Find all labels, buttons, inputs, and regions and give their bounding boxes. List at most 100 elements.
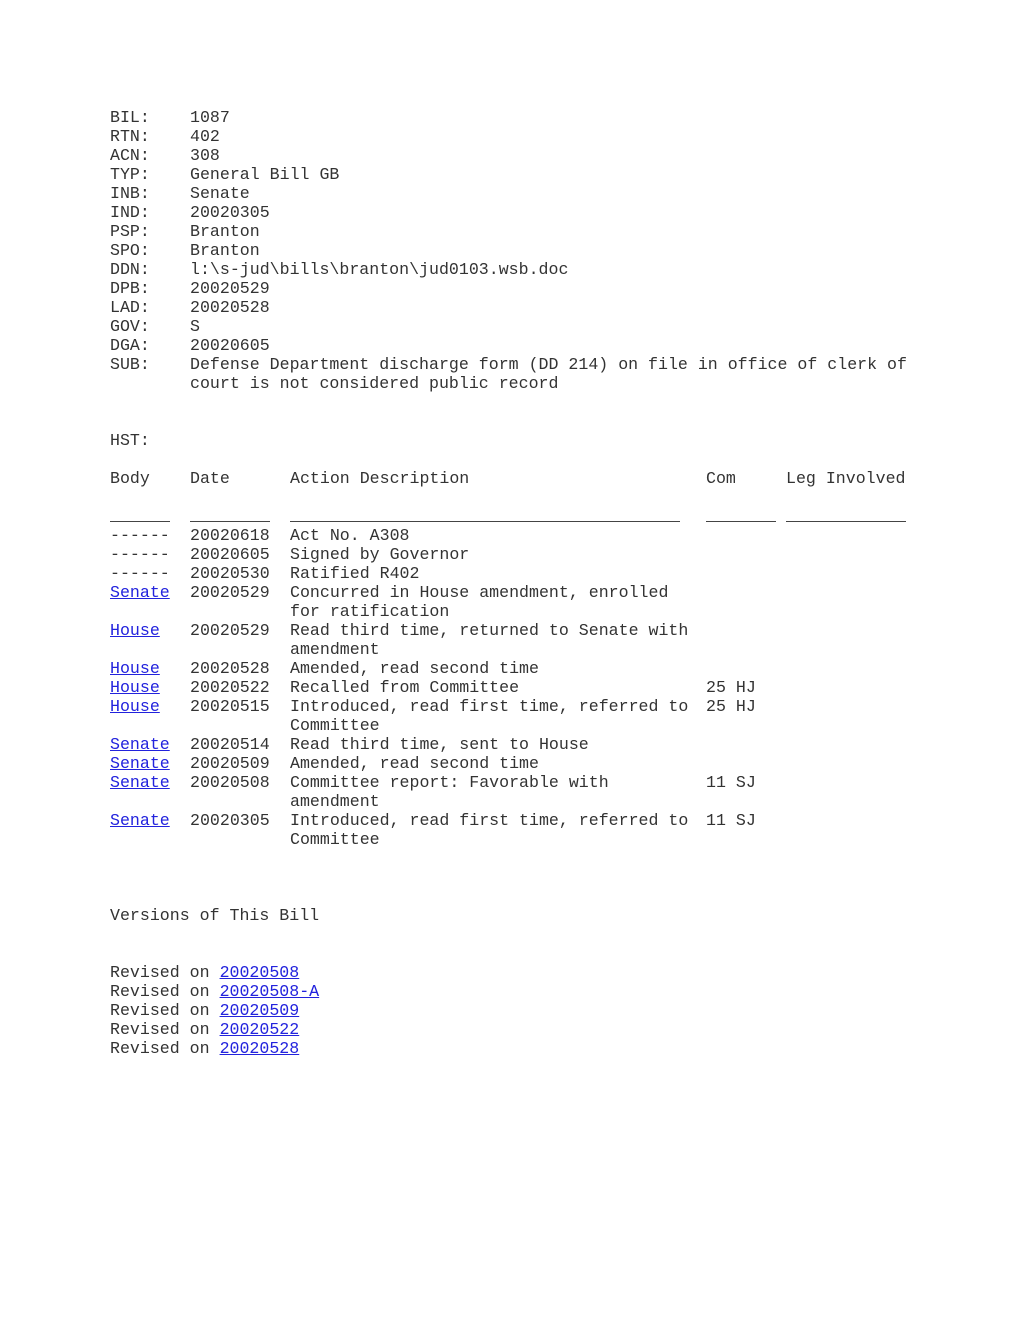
com-cell: [706, 735, 786, 754]
date-cell: 20020509: [190, 754, 270, 773]
field-key: DPB:: [110, 279, 150, 298]
history-header-row: Body Date Action Description Com Leg Inv…: [110, 469, 930, 488]
action-description-cell: Introduced, read first time, referred to…: [290, 811, 699, 849]
version-link[interactable]: 20020508: [220, 963, 300, 982]
version-item: Revised on 20020509: [110, 1001, 930, 1020]
history-row: Senate 20020529 Concurred in House amendme…: [110, 583, 930, 621]
field-value: Senate: [190, 184, 250, 203]
com-cell: 25 HJ: [706, 678, 756, 697]
body-cell: House: [110, 697, 190, 735]
date-cell: 20020618: [190, 526, 270, 545]
action-description-cell: Recalled from Committee: [290, 678, 520, 697]
separator-line: [110, 507, 170, 522]
field-value: General Bill GB: [190, 165, 340, 184]
field-row: RTN: 402: [110, 127, 930, 146]
field-key: SPO:: [110, 241, 150, 260]
body-link[interactable]: House: [110, 659, 160, 678]
version-prefix: Revised on: [110, 1039, 210, 1058]
action-description-cell: Introduced, read first time, referred to…: [290, 697, 699, 735]
date-cell: 20020515: [190, 697, 270, 716]
field-row: SUB: Defense Department discharge form (D…: [110, 355, 930, 393]
field-key: RTN:: [110, 127, 150, 146]
separator-line: [706, 507, 776, 522]
field-value: Branton: [190, 241, 260, 260]
body-link[interactable]: Senate: [110, 754, 170, 773]
history-row: House 20020515 Introduced, read first time…: [110, 697, 930, 735]
field-key: INB:: [110, 184, 150, 203]
body-link[interactable]: Senate: [110, 811, 170, 830]
action-description-cell: Concurred in House amendment, enrolled f…: [290, 583, 679, 621]
com-cell: [706, 621, 786, 659]
body-cell: ------: [110, 526, 170, 545]
history-row: House 20020528 Amended, read second time: [110, 659, 930, 678]
field-row: PSP: Branton: [110, 222, 930, 241]
field-row: GOV: S: [110, 317, 930, 336]
body-cell: Senate: [110, 754, 190, 773]
date-cell: 20020529: [190, 621, 270, 640]
action-description-cell: Act No. A308: [290, 526, 410, 545]
header-body: Body: [110, 469, 150, 488]
body-cell: Senate: [110, 811, 190, 849]
field-value: 402: [190, 127, 220, 146]
field-row: DGA: 20020605: [110, 336, 930, 355]
body-cell: ------: [110, 545, 170, 564]
version-link[interactable]: 20020508-A: [220, 982, 320, 1001]
body-cell: Senate: [110, 773, 190, 811]
header-date: Date: [190, 469, 230, 488]
com-cell: 11 SJ: [706, 811, 756, 830]
body-link[interactable]: House: [110, 678, 160, 697]
field-value: S: [190, 317, 200, 336]
body-link[interactable]: House: [110, 697, 160, 716]
separator-line: [190, 507, 270, 522]
history-row: Senate 20020305 Introduced, read first tim…: [110, 811, 930, 849]
history-row: Senate 20020509 Amended, read second time: [110, 754, 930, 773]
history-row: Senate 20020508 Committee report: Favorabl…: [110, 773, 930, 811]
body-cell: House: [110, 678, 190, 697]
field-row: INB: Senate: [110, 184, 930, 203]
history-row: Senate 20020514 Read third time, sent to H…: [110, 735, 930, 754]
action-description-cell: Read third time, sent to House: [290, 735, 589, 754]
field-row: TYP: General Bill GB: [110, 165, 930, 184]
field-key: DGA:: [110, 336, 150, 355]
separator-line: [786, 507, 906, 522]
com-cell: [706, 754, 786, 773]
com-cell: 25 HJ: [706, 697, 756, 716]
body-cell: House: [110, 659, 190, 678]
field-value: 20020605: [190, 336, 270, 355]
body-link[interactable]: Senate: [110, 735, 170, 754]
header-separator: [110, 507, 930, 526]
version-prefix: Revised on: [110, 1020, 210, 1039]
field-value: 1087: [190, 108, 230, 127]
field-key: SUB:: [110, 355, 150, 374]
action-description-cell: Committee report: Favorable with amendme…: [290, 773, 619, 811]
field-value: Branton: [190, 222, 260, 241]
body-link[interactable]: Senate: [110, 583, 170, 602]
history-label: HST:: [110, 431, 150, 450]
version-item: Revised on 20020528: [110, 1039, 930, 1058]
com-cell: 11 SJ: [706, 773, 756, 792]
version-item: Revised on 20020508: [110, 963, 930, 982]
history-row: ------ 20020605 Signed by Governor: [110, 545, 930, 564]
field-row: LAD: 20020528: [110, 298, 930, 317]
version-link[interactable]: 20020528: [220, 1039, 300, 1058]
field-key: LAD:: [110, 298, 150, 317]
version-link[interactable]: 20020509: [220, 1001, 300, 1020]
field-key: DDN:: [110, 260, 150, 279]
action-description-cell: Amended, read second time: [290, 754, 539, 773]
field-key: IND:: [110, 203, 150, 222]
bill-fields: BIL: 1087 RTN: 402 ACN: 308 TYP: General Bill G…: [110, 108, 930, 393]
version-link[interactable]: 20020522: [220, 1020, 300, 1039]
date-cell: 20020522: [190, 678, 270, 697]
version-prefix: Revised on: [110, 982, 210, 1001]
field-key: BIL:: [110, 108, 150, 127]
body-link[interactable]: House: [110, 621, 160, 640]
field-row: SPO: Branton: [110, 241, 930, 260]
date-cell: 20020605: [190, 545, 270, 564]
versions-title: Versions of This Bill: [110, 906, 320, 925]
body-cell: Senate: [110, 735, 190, 754]
body-link[interactable]: Senate: [110, 773, 170, 792]
